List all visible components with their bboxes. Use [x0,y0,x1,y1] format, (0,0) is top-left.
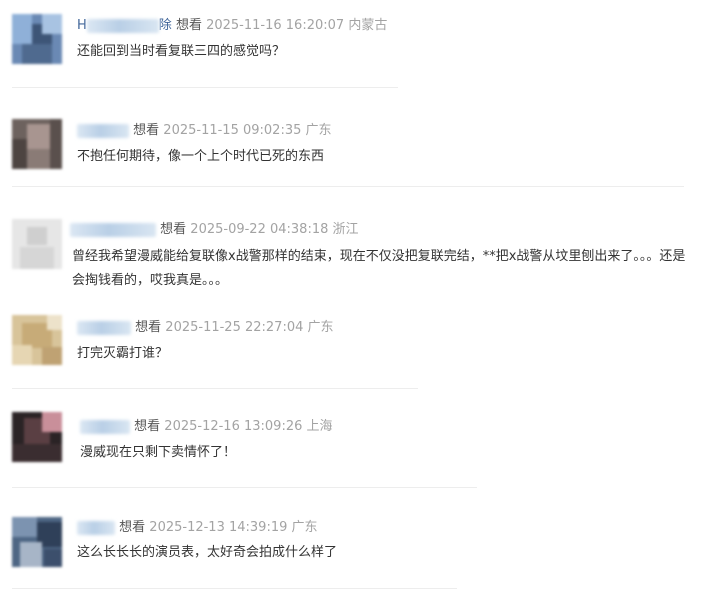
nickname-blurred[interactable] [77,321,131,335]
comment-text: 漫威现在只剩下卖情怀了！ [80,445,237,460]
nickname-blurred[interactable] [80,420,130,434]
comment-text: 这么长长长的演员表，太好奇会拍成什么样了 [77,545,338,560]
nickname-prefix[interactable]: H [77,17,87,35]
comment-timestamp: 2025-11-25 22:27:04 [165,320,304,335]
want-to-watch-label: 想看 [134,419,161,434]
comment-location: 广东 [307,320,334,335]
comment-text: 还能回到当时看复联三四的感觉吗？ [77,44,286,59]
want-to-watch-label: 想看 [175,18,202,33]
comment-timestamp: 2025-11-16 16:20:07 [206,18,345,33]
comment-timestamp: 2025-09-22 04:38:18 [190,222,329,237]
comment-location: 广东 [305,123,332,138]
avatar[interactable] [12,315,62,365]
avatar[interactable] [12,14,62,64]
want-to-watch-label: 想看 [119,520,146,535]
divider [12,487,477,488]
comment-location: 浙江 [332,222,359,237]
comment-list: H 除 想看 2025-11-16 16:20:07 内蒙古 还能回到当时看复联三… [0,0,705,592]
comment-text: 打完灭霸打谁？ [77,346,169,361]
comment-meta: 想看 2025-11-25 22:27:04 广东 [77,319,334,337]
comment-timestamp: 2025-12-16 13:09:26 [164,419,303,434]
nickname-blurred[interactable] [77,521,115,535]
avatar[interactable] [12,412,62,462]
divider [12,186,684,187]
comment-meta: 想看 2025-11-15 09:02:35 广东 [77,122,332,140]
comment-timestamp: 2025-11-15 09:02:35 [163,123,302,138]
nickname-suffix[interactable]: 除 [159,17,172,35]
comment-text: 曾经我希望漫威能给复联像x战警那样的结束，现在不仅没把复联完结，**把x战警从坟… [72,249,686,288]
want-to-watch-label: 想看 [133,123,160,138]
comment-meta: 想看 2025-12-16 13:09:26 上海 [80,418,333,436]
want-to-watch-label: 想看 [135,320,162,335]
avatar[interactable] [12,517,62,567]
comment-meta: H 除 想看 2025-11-16 16:20:07 内蒙古 [77,17,387,35]
comment-location: 内蒙古 [348,18,388,33]
divider [12,588,457,589]
avatar[interactable] [12,219,62,269]
comment-location: 广东 [291,520,318,535]
comment-location: 上海 [306,419,333,434]
comment-text: 不抱任何期待，像一个上个时代已死的东西 [77,149,325,164]
divider [12,388,418,389]
comment-timestamp: 2025-12-13 14:39:19 [149,520,288,535]
nickname-blurred[interactable] [86,19,159,33]
want-to-watch-label: 想看 [160,222,187,237]
divider [12,87,398,88]
comment-meta: 想看 2025-12-13 14:39:19 广东 [77,519,318,537]
avatar[interactable] [12,119,62,169]
comment-meta: 想看 2025-09-22 04:38:18 浙江 [70,221,359,239]
nickname-blurred[interactable] [77,124,129,138]
nickname-blurred[interactable] [70,223,156,237]
